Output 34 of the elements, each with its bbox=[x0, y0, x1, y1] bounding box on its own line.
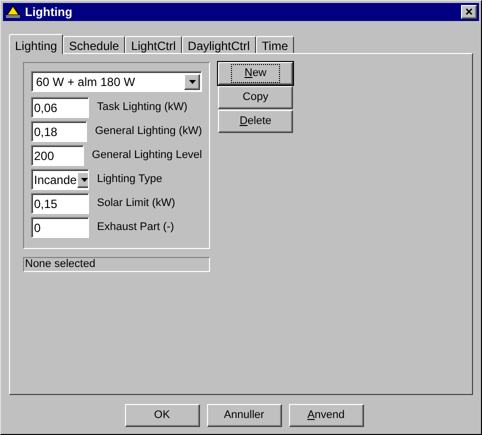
status-field: None selected bbox=[23, 257, 210, 272]
type-value: Incande bbox=[34, 172, 77, 188]
field-label: Exhaust Part (-) bbox=[97, 220, 174, 236]
side-button[interactable]: New bbox=[218, 62, 293, 85]
field-label: Solar Limit (kW) bbox=[97, 196, 176, 212]
type-dropdown[interactable]: Incande bbox=[31, 169, 89, 190]
dialog-button[interactable]: Anvend bbox=[288, 404, 364, 427]
field-label: General Lighting (kW) bbox=[95, 124, 202, 140]
preset-value: 60 W + alm 180 W bbox=[36, 74, 136, 90]
dropdown-arrow-button[interactable] bbox=[76, 172, 88, 188]
caret-icon bbox=[81, 178, 88, 182]
input-field[interactable]: 0,06 bbox=[31, 97, 89, 118]
close-button[interactable]: × bbox=[461, 5, 477, 19]
field-label: Task Lighting (kW) bbox=[97, 100, 188, 116]
lamp-icon bbox=[5, 5, 21, 19]
input-field[interactable]: 0,18 bbox=[31, 121, 87, 142]
dialog-button[interactable]: OK bbox=[124, 404, 200, 427]
tab[interactable]: Schedule bbox=[63, 36, 126, 53]
tab[interactable]: Lighting bbox=[9, 34, 64, 54]
input-field[interactable]: 0,15 bbox=[31, 193, 89, 214]
window-title: Lighting bbox=[25, 4, 74, 21]
input-field[interactable]: 200 bbox=[31, 145, 84, 166]
dialog-button[interactable]: Annuller bbox=[206, 404, 282, 427]
tab[interactable]: DaylightCtrl bbox=[182, 36, 256, 53]
side-button[interactable]: Delete bbox=[218, 110, 293, 133]
caret-icon bbox=[188, 80, 196, 84]
side-button[interactable]: Copy bbox=[218, 86, 293, 109]
tab[interactable]: Time bbox=[256, 36, 294, 53]
field-label: General Lighting Level bbox=[92, 148, 202, 164]
input-field[interactable]: 0 bbox=[31, 217, 89, 238]
dropdown-arrow-button[interactable] bbox=[184, 74, 200, 90]
field-label: Lighting Type bbox=[97, 172, 162, 188]
tab[interactable]: LightCtrl bbox=[125, 36, 182, 53]
preset-dropdown[interactable]: 60 W + alm 180 W bbox=[31, 71, 202, 92]
